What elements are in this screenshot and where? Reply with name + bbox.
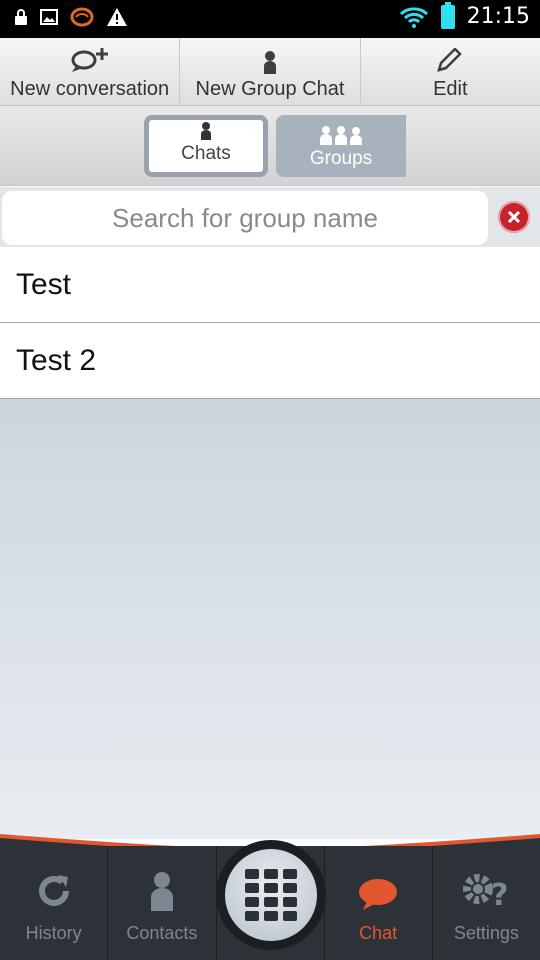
history-icon xyxy=(38,875,69,906)
nav-history-label: History xyxy=(25,923,82,943)
list-item[interactable]: Test xyxy=(0,247,540,323)
lock-icon xyxy=(15,9,27,25)
dialpad-button[interactable] xyxy=(216,840,326,950)
pencil-icon xyxy=(437,48,463,72)
nav-contacts-label: Contacts xyxy=(126,923,198,943)
group-icon xyxy=(320,126,362,145)
new-group-chat-button[interactable]: New Group Chat xyxy=(179,38,359,105)
nav-contacts[interactable]: Contacts xyxy=(107,846,215,960)
clock: 21:15 xyxy=(466,4,530,29)
group-name: Test xyxy=(16,267,72,301)
nav-settings[interactable]: ? Settings xyxy=(431,846,540,960)
group-name: Test 2 xyxy=(16,343,97,377)
nav-settings-label: Settings xyxy=(453,923,519,943)
battery-icon xyxy=(440,1,455,29)
status-bar: 21:15 xyxy=(0,0,540,38)
close-icon xyxy=(507,210,521,224)
list-item[interactable]: Test 2 xyxy=(0,323,540,399)
search-input[interactable] xyxy=(2,191,488,245)
action-bar: New conversation New Group Chat Edit xyxy=(0,38,540,106)
edit-button[interactable]: Edit xyxy=(359,38,540,105)
tab-groups-label: Groups xyxy=(309,148,373,169)
nav-history[interactable]: History xyxy=(0,846,107,960)
group-list: Test Test 2 xyxy=(0,247,540,399)
new-group-chat-label: New Group Chat xyxy=(195,78,345,100)
bottom-navigation: History Contacts Chat ? Settings xyxy=(0,830,540,960)
settings-icon: ? xyxy=(463,874,509,911)
wifi-icon xyxy=(399,6,428,28)
app-notification-icon xyxy=(70,7,94,27)
person-icon xyxy=(263,51,276,74)
new-conversation-icon xyxy=(71,48,108,72)
nav-chat[interactable]: Chat xyxy=(323,846,432,960)
svg-text:?: ? xyxy=(491,878,508,911)
person-icon xyxy=(201,122,211,140)
tab-groups[interactable]: Groups xyxy=(276,115,406,177)
tab-bar: Chats Groups xyxy=(0,106,540,186)
contacts-icon xyxy=(150,872,173,911)
new-conversation-label: New conversation xyxy=(10,78,170,100)
new-conversation-button[interactable]: New conversation xyxy=(0,38,179,105)
search-bar xyxy=(0,187,540,247)
warning-icon xyxy=(107,8,127,26)
tab-chats-label: Chats xyxy=(181,143,231,164)
image-icon xyxy=(40,9,58,25)
clear-search-button[interactable] xyxy=(498,201,530,233)
empty-area xyxy=(0,399,540,839)
nav-chat-label: Chat xyxy=(359,923,398,943)
edit-label: Edit xyxy=(433,78,468,100)
chat-bubble-icon xyxy=(359,879,398,910)
dialpad-icon xyxy=(245,869,297,921)
tab-chats[interactable]: Chats xyxy=(144,115,268,177)
